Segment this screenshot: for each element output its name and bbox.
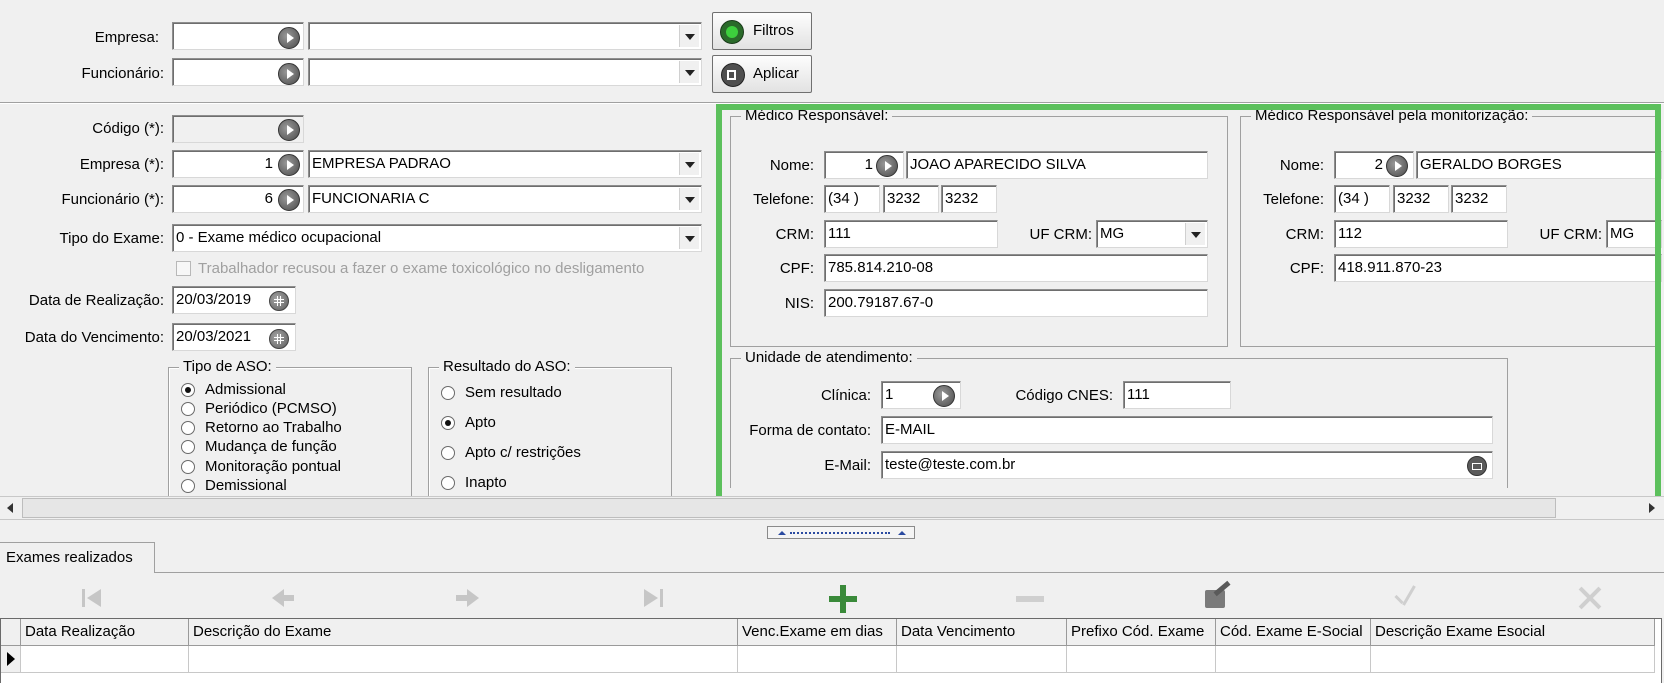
chevron-down-icon[interactable] [679,227,699,249]
cancel-record-button[interactable] [1570,580,1610,616]
tipo-aso-radio-mudanca[interactable] [181,440,195,454]
calendar-icon[interactable] [269,329,289,349]
highlight-frame [716,104,1661,504]
funcionario-name: FUNCIONARIA C [312,190,430,207]
scroll-right-icon[interactable] [1642,499,1660,517]
grid-cell[interactable] [1216,646,1371,673]
filter-funcionario-combo[interactable] [308,58,702,86]
filter-empresa-combo[interactable] [308,22,702,50]
calendar-icon[interactable] [269,291,289,311]
grid-header-cell[interactable]: Venc.Exame em dias [738,619,897,646]
data-vencimento-label: Data do Vencimento: [24,329,164,346]
grid-cell[interactable] [738,646,897,673]
tab-exames-realizados[interactable]: Exames realizados [0,542,155,573]
empresa-name: EMPRESA PADRAO [312,155,451,172]
tipo-aso-option: Demissional [205,477,287,494]
grid-header-cell[interactable]: Descrição do Exame [189,619,738,646]
grid-cell[interactable] [1371,646,1655,673]
chevron-down-icon[interactable] [679,61,699,83]
resultado-option: Apto [465,414,496,431]
grid-row-indicator[interactable] [1,646,21,673]
filter-empresa-lookup-icon[interactable] [278,27,300,49]
edit-record-button[interactable] [1197,580,1237,616]
codigo-label: Código (*): [92,120,164,137]
empresa-lookup-icon[interactable] [278,154,300,176]
filter-icon [720,20,744,44]
resultado-radio-apto-restricoes[interactable] [441,446,455,460]
funcionario-label: Funcionário (*): [61,191,164,208]
tipo-exame-combo[interactable]: 0 - Exame médico ocupacional [172,224,702,252]
grid-header-cell[interactable]: Prefixo Cód. Exame [1067,619,1216,646]
resultado-aso-title: Resultado do ASO: [439,358,575,376]
apply-icon [721,63,745,87]
filtros-button-label: Filtros [753,22,794,39]
resultado-option: Apto c/ restrições [465,444,581,461]
post-record-button[interactable] [1384,580,1424,616]
aplicar-button-label: Aplicar [753,65,799,82]
first-record-button[interactable] [74,580,114,616]
aplicar-button[interactable]: Aplicar [712,55,812,93]
empresa-combo[interactable]: EMPRESA PADRAO [308,150,702,178]
chevron-down-icon[interactable] [679,25,699,47]
last-record-button[interactable] [636,580,676,616]
chevron-down-icon[interactable] [679,153,699,175]
tipo-aso-title: Tipo de ASO: [179,358,276,376]
tipo-aso-option: Mudança de função [205,438,337,455]
grid-header-cell[interactable]: Descrição Exame Esocial [1371,619,1655,646]
resultado-option: Inapto [465,474,507,491]
tipo-aso-radio-admissional[interactable] [181,383,195,397]
splitter-handle[interactable] [767,526,915,539]
scroll-left-icon[interactable] [2,499,20,517]
tipo-aso-radio-demissional[interactable] [181,479,195,493]
next-record-button[interactable] [450,580,490,616]
tipo-aso-radio-retorno[interactable] [181,421,195,435]
data-vencimento-value: 20/03/2021 [176,328,252,345]
recusou-checkbox[interactable] [176,261,191,276]
tipo-exame-label: Tipo do Exame: [59,230,165,247]
resultado-radio-sem-resultado[interactable] [441,386,455,400]
funcionario-combo[interactable]: FUNCIONARIA C [308,185,702,213]
resultado-radio-inapto[interactable] [441,476,455,490]
filter-empresa-label: Empresa: [94,29,159,46]
data-realizacao-label: Data de Realização: [28,292,164,309]
grid-cell[interactable] [21,646,189,673]
tipo-aso-option: Retorno ao Trabalho [205,419,342,436]
tipo-exame-value: 0 - Exame médico ocupacional [176,229,382,246]
tab-exames-label: Exames realizados [6,549,133,566]
scroll-thumb[interactable] [22,498,1556,518]
grid-cell[interactable] [897,646,1067,673]
resultado-radio-apto[interactable] [441,416,455,430]
tipo-aso-radio-monitoracao[interactable] [181,460,195,474]
grid-header-cell[interactable]: Cód. Exame E-Social [1216,619,1371,646]
grid-cell[interactable] [189,646,738,673]
grid-cell[interactable] [1067,646,1216,673]
resultado-option: Sem resultado [465,384,562,401]
tipo-aso-radio-periodico[interactable] [181,402,195,416]
delete-record-button[interactable] [1010,580,1050,616]
grid-header-cell[interactable]: Data Vencimento [897,619,1067,646]
filtros-button[interactable]: Filtros [712,12,812,50]
tab-baseline [0,572,1664,573]
data-realizacao-value: 20/03/2019 [176,291,252,308]
codigo-lookup-icon[interactable] [278,119,300,141]
current-row-icon [7,652,15,666]
tipo-aso-option: Admissional [205,381,286,398]
insert-record-button[interactable] [823,580,863,616]
tipo-aso-option: Monitoração pontual [205,458,341,475]
grid-indicator-header [1,619,21,646]
tipo-aso-option: Periódico (PCMSO) [205,400,337,417]
filter-funcionario-lookup-icon[interactable] [278,63,300,85]
minus-icon [1016,596,1044,602]
funcionario-lookup-icon[interactable] [278,189,300,211]
recusou-label: Trabalhador recusou a fazer o exame toxi… [198,260,645,277]
filter-funcionario-label: Funcionário: [81,65,164,82]
prior-record-button[interactable] [262,580,302,616]
empresa-label: Empresa (*): [79,156,164,173]
grid-header-cell[interactable]: Data Realização [21,619,189,646]
chevron-down-icon[interactable] [679,188,699,210]
horizontal-scrollbar[interactable] [0,496,1664,520]
